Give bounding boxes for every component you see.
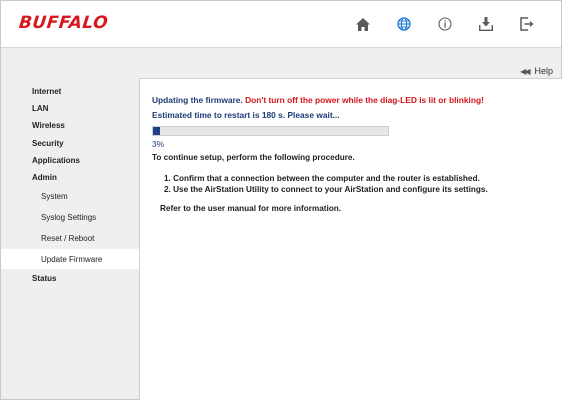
progress-fill [153,127,161,135]
help-link[interactable]: ◀◀ Help [520,66,553,76]
sidebar-item-wireless[interactable]: Wireless [1,116,139,134]
sidebar-item-internet[interactable]: Internet [1,82,139,100]
sidebar-subitem-system[interactable]: System [1,186,139,206]
brand-logo: BUFFALO [17,13,110,33]
step-item: 1. Confirm that a connection between the… [164,174,480,183]
sidebar-item-applications[interactable]: Applications [1,151,139,169]
status-prefix: Updating the firmware. [152,95,243,105]
progress-bar [152,126,389,136]
top-header: BUFFALO [1,1,561,48]
sidebar-nav: Internet LAN Wireless Security Applicati… [1,79,139,399]
restart-estimate: Estimated time to restart is 180 s. Plea… [152,110,340,120]
sidebar-subitem-reset-reboot[interactable]: Reset / Reboot [1,228,139,248]
logout-icon[interactable] [506,12,547,36]
header-icon-bar [342,12,547,36]
manual-reference-text: Refer to the user manual for more inform… [160,204,342,213]
procedure-steps: 1. Confirm that a connection between the… [164,173,488,195]
step-item: 2. Use the AirStation Utility to connect… [164,185,488,194]
sidebar-subitem-syslog-settings[interactable]: Syslog Settings [1,207,139,227]
sidebar-item-lan[interactable]: LAN [1,99,139,117]
help-label: Help [534,66,553,76]
instruction-text: To continue setup, perform the following… [152,153,355,162]
help-bar: ◀◀ Help [1,48,561,78]
progress-percent-label: 3% [152,139,165,149]
sidebar-item-status[interactable]: Status [1,269,139,287]
sidebar-item-security[interactable]: Security [1,134,139,152]
double-left-arrow-icon: ◀◀ [520,66,530,76]
home-icon[interactable] [342,12,383,36]
globe-icon[interactable] [383,12,424,36]
power-warning: Don't turn off the power while the diag-… [245,95,484,105]
update-status-line: Updating the firmware. Don't turn off th… [152,95,484,105]
main-content: Updating the firmware. Don't turn off th… [139,78,562,400]
info-icon[interactable] [424,12,465,36]
download-icon[interactable] [465,12,506,36]
sidebar-subitem-update-firmware[interactable]: Update Firmware [1,249,139,269]
sidebar-item-admin[interactable]: Admin [1,168,139,186]
router-admin-window: BUFFALO ◀◀ Help Internet LAN Wireless Se… [0,0,562,400]
